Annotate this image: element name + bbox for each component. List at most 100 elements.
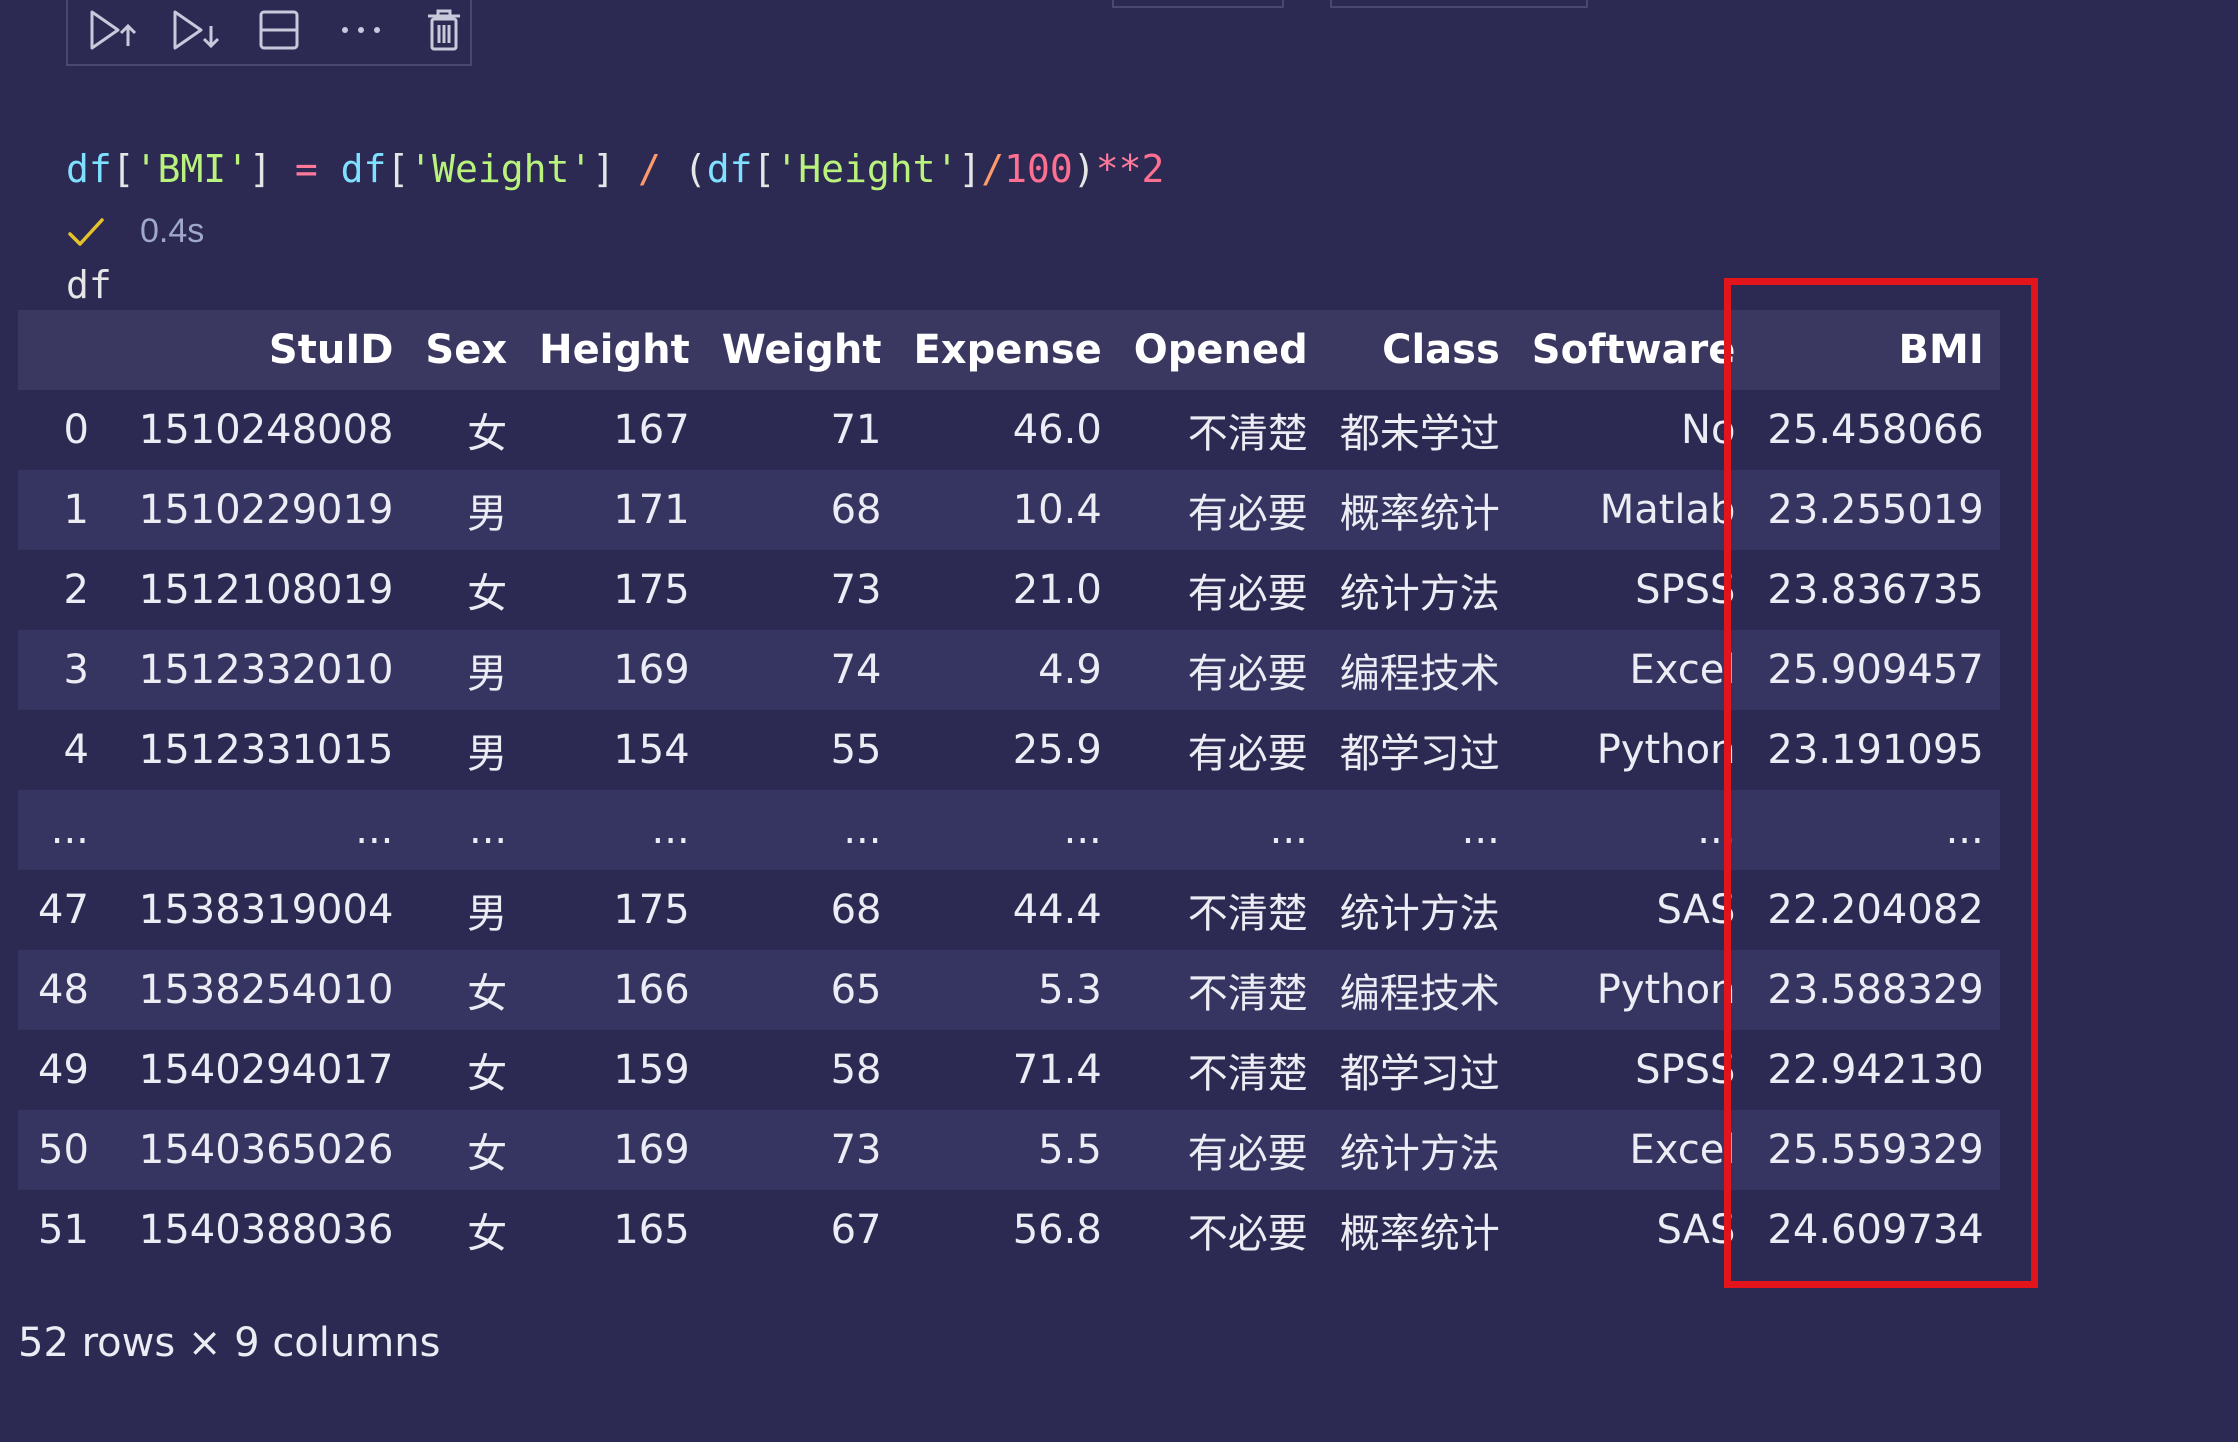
table-cell: Python [1596,967,1736,1013]
table-cell: 女 [467,971,508,1017]
table-cell: 1512332010 [138,647,394,693]
table-cell: 1512331015 [138,727,394,773]
table-cell: 21.0 [1012,567,1102,613]
table-cell: 58 [830,1047,882,1093]
table-cell: 65 [830,967,882,1013]
column-header: StuID [268,327,394,373]
table-cell: 171 [613,487,690,533]
code-token: [ [752,147,776,191]
table-cell: 154 [613,727,690,773]
code-token: 2 [1141,147,1165,191]
table-cell: Excel [1629,1127,1736,1173]
cell-toolbar [66,0,472,66]
table-cell: 男 [467,491,508,537]
table-cell: 73 [830,1127,882,1173]
toolbar-ghost-box-2 [1330,0,1588,8]
table-cell: 女 [467,1131,508,1177]
code-token: [ [111,147,135,191]
table-cell: 169 [613,1127,690,1173]
column-header: Sex [425,327,508,373]
delete-cell-button[interactable] [418,4,470,56]
more-icon [342,27,381,33]
column-header: Height [539,327,690,373]
table-cell: 175 [613,567,690,613]
table-cell: 编程技术 [1339,651,1500,697]
table-cell: Python [1596,727,1736,773]
table-cell: 都学习过 [1339,731,1500,777]
table-cell: 10.4 [1012,487,1102,533]
table-cell: 5.5 [1038,1127,1102,1173]
table-cell: 67 [830,1207,882,1253]
code-token: / [638,147,661,191]
delete-icon [427,9,460,51]
table-cell: 男 [467,731,508,777]
table-cell: 都未学过 [1339,411,1500,457]
table-cell: 167 [613,407,690,453]
table-cell: 统计方法 [1339,571,1500,617]
table-cell: 4.9 [1038,647,1102,693]
code-line-1: df['BMI'] = df['Weight'] / (df['Height']… [66,140,1164,198]
table-row: 0 1510248008 女 167 71 46.0 不清楚 都未学过 No 25.458066 [18,390,2000,470]
table-cell: ... [1269,807,1308,853]
table-cell: 44.4 [1012,887,1102,933]
code-token: df [66,147,112,191]
code-token: ] [592,147,639,191]
checkmark-icon [68,217,104,246]
row-index-cell: 0 [63,407,89,453]
row-index-cell: 3 [63,647,89,693]
table-cell: 73 [830,567,882,613]
row-index-cell: 47 [38,887,89,933]
code-token: = [294,147,318,191]
table-cell: Excel [1629,647,1736,693]
table-cell: 不必要 [1187,1211,1308,1257]
table-cell: 有必要 [1187,651,1308,697]
row-index-cell: ... [50,807,89,853]
table-body: 0 1510248008 女 167 71 46.0 不清楚 都未学过 No 25.458066 1… [18,390,2000,1270]
code-line-2: df [66,256,1164,314]
dataframe-table: StuID Sex Height Weight Expense Opened Class So… [18,310,2000,1270]
table-cell: 女 [467,1211,508,1257]
row-index-cell: 48 [38,967,89,1013]
table-cell: 不清楚 [1187,891,1308,937]
table-cell: 74 [830,647,882,693]
table-cell: 25.9 [1012,727,1102,773]
table-cell: 1510248008 [138,407,394,453]
row-index-cell: 4 [63,727,89,773]
column-header: Expense [913,327,1102,373]
table-cell: 56.8 [1012,1207,1102,1253]
table-row: 47 1538319004 男 175 68 44.4 不清楚 统计方法 SAS 22.20408… [18,870,2000,950]
row-index-cell: 51 [38,1207,89,1253]
code-token: / [981,147,1005,191]
table-cell: 165 [613,1207,690,1253]
table-cell: 175 [613,887,690,933]
table-cell: 都学习过 [1339,1051,1500,1097]
dataframe-shape-text: 52 rows × 9 columns [18,1320,441,1366]
code-token: df [317,147,387,191]
index-header [18,310,123,390]
code-token: 'Weight' [409,147,593,191]
table-cell: 55 [830,727,882,773]
row-index-cell: 2 [63,567,89,613]
code-token: ] [249,147,295,191]
run-above-button[interactable] [88,4,140,56]
table-cell: 男 [467,891,508,937]
table-cell: 169 [613,647,690,693]
run-below-button[interactable] [170,4,222,56]
more-button[interactable] [335,4,387,56]
split-cell-button[interactable] [253,4,305,56]
table-cell: 5.3 [1038,967,1102,1013]
code-token: 'Height' [775,147,959,191]
table-row: 50 1540365026 女 169 73 5.5 有必要 统计方法 Excel 25.5593… [18,1110,2000,1190]
table-row: 49 1540294017 女 159 58 71.4 不清楚 都学习过 SPSS 22.9421… [18,1030,2000,1110]
code-token: ] [958,147,982,191]
table-cell: 166 [613,967,690,1013]
code-token: ) [1072,147,1096,191]
code-token: ** [1095,147,1142,191]
code-token: df [66,263,112,307]
table-cell: SPSS [1635,567,1736,613]
table-cell: 1540388036 [138,1207,394,1253]
table-cell: 1512108019 [138,567,394,613]
table-row: 51 1540388036 女 165 67 56.8 不必要 概率统计 SAS 24.60973… [18,1190,2000,1270]
table-cell: 女 [467,1051,508,1097]
table-cell: ... [1461,807,1500,853]
